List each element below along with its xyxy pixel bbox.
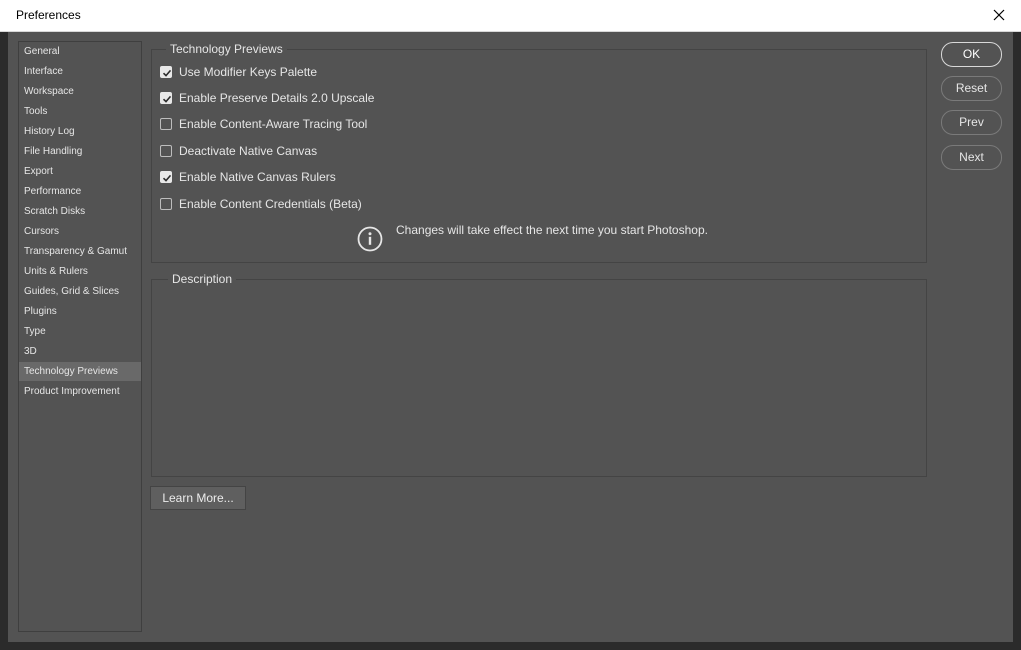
sidebar-item-label: Tools [24,106,48,117]
info-icon [357,226,383,252]
title-bar: Preferences [0,0,1021,32]
sidebar-item-label: Guides, Grid & Slices [24,286,120,297]
option-label: Deactivate Native Canvas [179,144,318,158]
option-label: Enable Native Canvas Rulers [179,170,336,184]
sidebar-item-label: 3D [24,346,37,357]
preferences-sidebar: General Interface Workspace Tools Histor… [18,41,142,632]
sidebar-item-units-rulers[interactable]: Units & Rulers [19,262,141,281]
sidebar-item-history-log[interactable]: History Log [19,122,141,141]
sidebar-item-transparency-gamut[interactable]: Transparency & Gamut [19,242,141,261]
preferences-dialog: Preferences General Interface Workspace … [0,0,1021,650]
sidebar-item-label: Cursors [24,226,60,237]
option-label: Enable Content Credentials (Beta) [179,197,362,211]
next-button[interactable]: Next [941,145,1002,170]
checkmark-icon [162,174,172,182]
ok-button[interactable]: OK [941,42,1002,67]
sidebar-item-interface[interactable]: Interface [19,62,141,81]
sidebar-item-label: Plugins [24,306,57,317]
sidebar-item-label: History Log [24,126,75,137]
sidebar-item-performance[interactable]: Performance [19,182,141,201]
sidebar-item-label: Scratch Disks [24,206,86,217]
sidebar-item-label: Interface [24,66,63,77]
checkbox[interactable] [160,66,172,78]
sidebar-item-label: Units & Rulers [24,266,88,277]
checkbox[interactable] [160,145,172,157]
sidebar-item-product-improvement[interactable]: Product Improvement [19,382,141,401]
checkbox[interactable] [160,198,172,210]
technology-previews-group: Technology Previews Use Modifier Keys Pa… [151,41,927,263]
checkbox[interactable] [160,171,172,183]
dialog-body: General Interface Workspace Tools Histor… [8,32,1013,642]
sidebar-item-technology-previews[interactable]: Technology Previews [19,362,141,381]
reset-button[interactable]: Reset [941,76,1002,101]
restart-notice: Changes will take effect the next time y… [396,223,708,237]
sidebar-item-label: Product Improvement [24,386,120,397]
sidebar-item-label: Performance [24,186,82,197]
sidebar-item-general[interactable]: General [19,42,141,61]
option-label: Enable Content-Aware Tracing Tool [179,117,368,131]
sidebar-item-label: Workspace [24,86,74,97]
group-legend: Technology Previews [166,41,287,57]
checkmark-icon [162,69,172,77]
group-legend: Description [168,271,237,287]
sidebar-item-3d[interactable]: 3D [19,342,141,361]
close-icon[interactable] [989,5,1009,25]
sidebar-item-export[interactable]: Export [19,162,141,181]
sidebar-item-label: Technology Previews [24,366,118,377]
sidebar-item-workspace[interactable]: Workspace [19,82,141,101]
sidebar-item-type[interactable]: Type [19,322,141,341]
sidebar-item-label: Transparency & Gamut [24,246,128,257]
learn-more-button[interactable]: Learn More... [150,486,246,510]
checkbox[interactable] [160,118,172,130]
description-group: Description [151,271,927,477]
sidebar-item-label: Export [24,166,53,177]
window-title: Preferences [16,8,81,22]
sidebar-item-scratch-disks[interactable]: Scratch Disks [19,202,141,221]
sidebar-item-label: File Handling [24,146,83,157]
sidebar-item-tools[interactable]: Tools [19,102,141,121]
sidebar-item-plugins[interactable]: Plugins [19,302,141,321]
sidebar-item-file-handling[interactable]: File Handling [19,142,141,161]
sidebar-item-label: Type [24,326,46,337]
option-label: Use Modifier Keys Palette [179,65,318,79]
option-label: Enable Preserve Details 2.0 Upscale [179,91,375,105]
sidebar-item-guides-grid-slices[interactable]: Guides, Grid & Slices [19,282,141,301]
sidebar-item-label: General [24,46,60,57]
sidebar-item-cursors[interactable]: Cursors [19,222,141,241]
checkbox[interactable] [160,92,172,104]
checkmark-icon [162,95,172,103]
prev-button[interactable]: Prev [941,110,1002,135]
